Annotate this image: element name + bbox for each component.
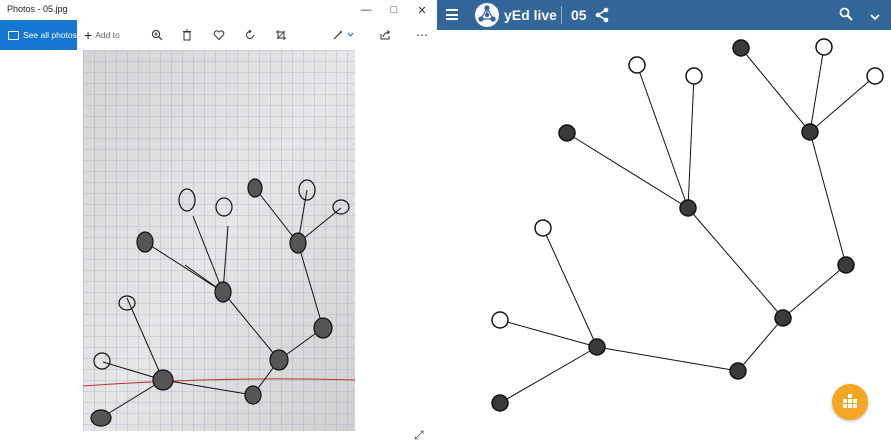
- graph-node: [558, 124, 576, 142]
- hand-drawn-graph-photo[interactable]: [83, 50, 355, 431]
- file-name[interactable]: 05: [571, 7, 587, 23]
- graph-edge: [636, 64, 689, 209]
- graph-edge: [740, 47, 811, 133]
- more-icon[interactable]: ⋯: [413, 26, 431, 44]
- graph-node: [679, 199, 697, 217]
- add-to-button[interactable]: + Add to: [84, 20, 120, 50]
- graph-node: [628, 56, 646, 74]
- graph-edge: [809, 75, 876, 133]
- delete-icon[interactable]: [178, 26, 196, 44]
- graph-edge: [809, 131, 847, 266]
- see-all-photos-button[interactable]: See all photos: [0, 20, 77, 50]
- yed-logo: [475, 3, 499, 27]
- share-icon[interactable]: [376, 26, 394, 44]
- photos-icon: [8, 30, 19, 40]
- graph-edge: [687, 207, 784, 319]
- graph-node: [774, 309, 792, 327]
- graph-edge: [782, 264, 847, 319]
- add-to-label: Add to: [95, 30, 120, 40]
- see-all-photos-label: See all photos: [23, 30, 77, 40]
- yed-live-window: yEd live 05: [437, 0, 891, 443]
- graph-edge: [499, 346, 598, 404]
- search-icon[interactable]: [839, 7, 853, 21]
- graph-edges: [499, 46, 876, 404]
- chevron-down-icon[interactable]: [869, 9, 881, 21]
- graph-node: [837, 256, 855, 274]
- graph-node: [815, 38, 833, 56]
- menu-icon[interactable]: [446, 9, 458, 21]
- app-name: yEd live: [504, 7, 557, 23]
- graph-edge: [596, 346, 739, 372]
- photos-window: Photos - 05.jpg — □ ✕ See all photos + A…: [0, 0, 436, 443]
- rotate-icon[interactable]: [241, 26, 259, 44]
- layout-fab-button[interactable]: [832, 384, 868, 420]
- graph-node: [491, 394, 509, 412]
- maximize-icon[interactable]: □: [380, 0, 408, 20]
- graph-node: [729, 362, 747, 380]
- zoom-in-icon[interactable]: [148, 26, 166, 44]
- graph-edge: [566, 132, 689, 209]
- graph-node: [588, 338, 606, 356]
- minimize-icon[interactable]: —: [352, 0, 380, 20]
- edit-icon[interactable]: [330, 26, 356, 44]
- plus-icon: +: [84, 27, 93, 43]
- graph-canvas[interactable]: [437, 30, 891, 443]
- graph-edge: [542, 227, 598, 348]
- graph-node: [491, 311, 509, 329]
- grid-dots-icon: [843, 394, 857, 408]
- yed-header: yEd live 05: [437, 0, 891, 30]
- graph-nodes[interactable]: [491, 38, 884, 412]
- graph-edge: [809, 46, 825, 133]
- fullscreen-icon[interactable]: ⤢: [414, 428, 424, 443]
- window-title: Photos - 05.jpg: [7, 4, 68, 14]
- crop-icon[interactable]: [272, 26, 290, 44]
- graph-node: [685, 67, 703, 85]
- photo-viewer: [0, 50, 436, 443]
- header-divider: [561, 6, 562, 24]
- graph-edge: [737, 317, 784, 372]
- title-bar: Photos - 05.jpg — □ ✕: [0, 0, 436, 20]
- share-icon[interactable]: [595, 7, 609, 23]
- graph-node: [866, 67, 884, 85]
- photos-toolbar: See all photos + Add to ⋯: [0, 20, 436, 50]
- graph-node: [534, 219, 552, 237]
- graph-edge: [687, 75, 695, 209]
- heart-icon[interactable]: [210, 26, 228, 44]
- close-icon[interactable]: ✕: [408, 0, 436, 20]
- graph-node: [801, 123, 819, 141]
- graph-node: [732, 39, 750, 57]
- graph-edge: [499, 319, 598, 348]
